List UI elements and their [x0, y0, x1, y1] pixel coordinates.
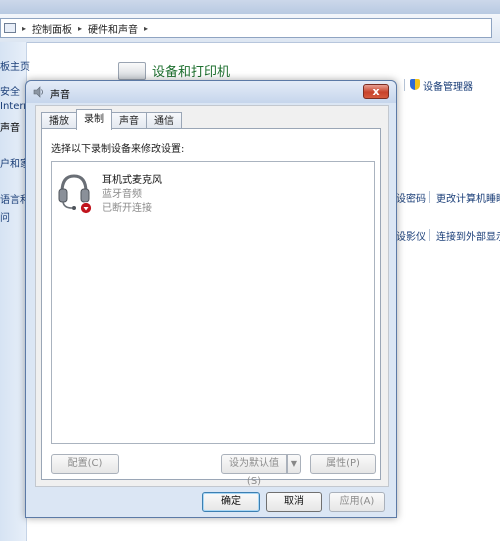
breadcrumb-control-panel[interactable]: 控制面板 [32, 21, 72, 36]
chevron-right-icon[interactable]: ▸ [144, 24, 148, 33]
chevron-down-icon[interactable]: ▼ [287, 454, 301, 474]
chevron-right-icon[interactable]: ▸ [78, 24, 82, 33]
separator [429, 229, 430, 241]
list-item[interactable]: 耳机式麦克风 蓝牙音频 已断开连接 [56, 168, 256, 218]
sidebar [0, 42, 27, 541]
disconnected-status-icon [80, 202, 92, 214]
recording-device-list[interactable]: 耳机式麦克风 蓝牙音频 已断开连接 [51, 161, 375, 444]
instruction-text: 选择以下录制设备来修改设置: [51, 144, 185, 155]
dialog-body: 播放 录制 声音 通信 选择以下录制设备来修改设置: 耳机式麦克风 蓝牙音频 已… [35, 105, 389, 487]
chevron-right-icon[interactable]: ▸ [22, 24, 26, 33]
breadcrumb-hardware-sound[interactable]: 硬件和声音 [88, 21, 138, 36]
address-field[interactable]: ▸ 控制面板 ▸ 硬件和声音 ▸ [0, 18, 492, 38]
sidebar-item-security[interactable]: 安全 [0, 83, 20, 98]
sound-dialog: 声音 x 播放 录制 声音 通信 选择以下录制设备来修改设置: 耳机式麦克风 蓝… [25, 80, 397, 518]
set-default-button[interactable]: 设为默认值(S) [221, 454, 287, 487]
separator [429, 191, 430, 203]
speaker-icon [33, 86, 43, 98]
recording-tab-panel: 选择以下录制设备来修改设置: 耳机式麦克风 蓝牙音频 已断开连接 配置(C) 设… [41, 128, 381, 487]
configure-button[interactable]: 配置(C) [51, 454, 119, 474]
separator [404, 79, 405, 91]
sidebar-item-sound[interactable]: 声音 [0, 119, 20, 134]
sidebar-item-help[interactable]: 问 [0, 209, 10, 224]
window-top-strip [0, 0, 500, 14]
printer-icon [118, 62, 146, 80]
change-sleep-link[interactable]: 更改计算机睡眠 [436, 190, 500, 205]
tab-recording[interactable]: 录制 [76, 109, 112, 130]
dialog-title: 声音 [50, 90, 70, 101]
tab-strip: 播放 录制 声音 通信 [41, 109, 182, 130]
close-button[interactable]: x [363, 84, 389, 99]
shield-icon [410, 79, 420, 90]
device-status: 已断开连接 [102, 203, 152, 214]
address-bar[interactable]: ▸ 控制面板 ▸ 硬件和声音 ▸ [0, 14, 500, 43]
dialog-titlebar[interactable]: 声音 x [26, 81, 396, 103]
properties-button[interactable]: 属性(P) [310, 454, 376, 474]
cancel-button[interactable]: 取消 [266, 492, 322, 512]
sidebar-item-home[interactable]: 板主页 [0, 58, 30, 73]
control-panel-icon [4, 23, 16, 33]
ok-button[interactable]: 确定 [202, 492, 260, 512]
device-name: 耳机式麦克风 [102, 175, 162, 186]
apply-button[interactable]: 应用(A) [329, 492, 385, 512]
section-title-devices-printers[interactable]: 设备和打印机 [152, 61, 230, 80]
device-manager-link[interactable]: 设备管理器 [423, 78, 473, 93]
projector-link[interactable]: 设影仪 [396, 228, 426, 243]
device-type: 蓝牙音频 [102, 189, 142, 200]
change-password-link[interactable]: 设密码 [396, 190, 426, 205]
external-display-link[interactable]: 连接到外部显示 [436, 228, 500, 243]
